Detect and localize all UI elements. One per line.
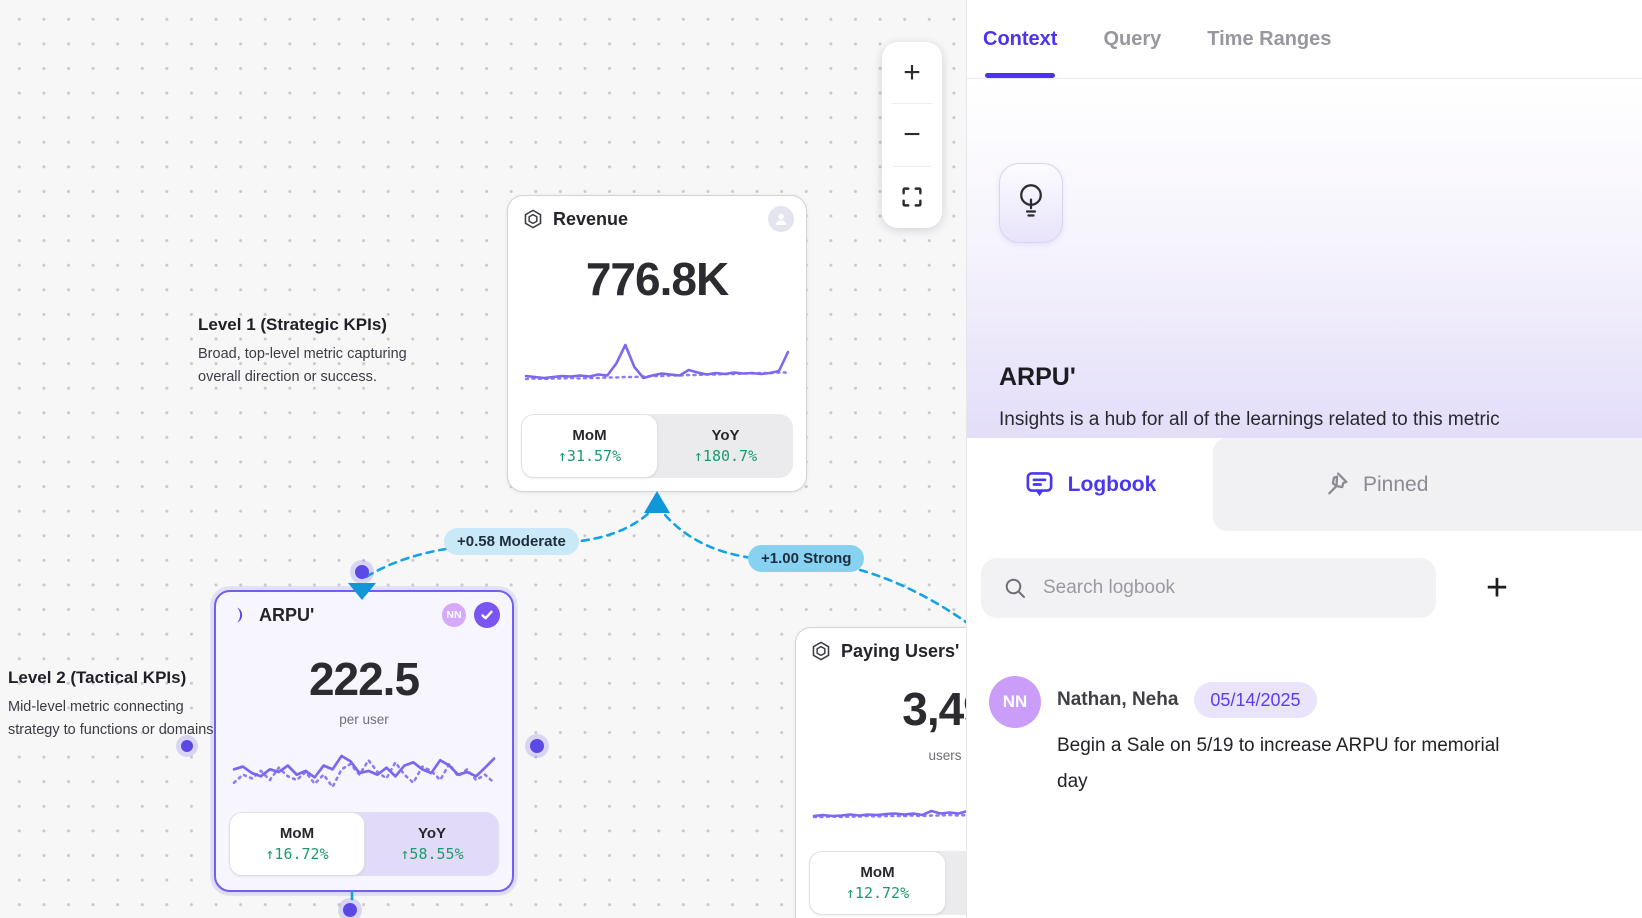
revenue-sparkline	[526, 338, 788, 394]
verified-check-icon[interactable]	[474, 602, 500, 628]
correlation-label-moderate[interactable]: +0.58 Moderate	[444, 528, 579, 555]
metric-tree-canvas[interactable]: Level 1 (Strategic KPIs) Broad, top-leve…	[0, 0, 966, 918]
mom-change[interactable]: MoM ↑31.57%	[521, 414, 658, 478]
level2-body-line: Mid-level metric connecting	[8, 697, 218, 718]
yoy-label: YoY	[711, 427, 739, 444]
level1-annotation: Level 1 (Strategic KPIs) Broad, top-leve…	[198, 315, 407, 388]
level2-annotation: Level 2 (Tactical KPIs) Mid-level metric…	[8, 668, 218, 741]
correlation-label-strong[interactable]: +1.00 Strong	[748, 545, 864, 572]
up-arrow-icon: ↑	[694, 447, 703, 465]
active-tab-underline	[985, 73, 1055, 78]
subtab-label: Pinned	[1363, 473, 1428, 497]
mom-change[interactable]: MoM ↑12.72%	[809, 851, 946, 915]
arpu-card-header: ARPU'	[230, 604, 314, 626]
logbook-pinned-tabs: Logbook Pinned	[967, 438, 1642, 531]
card-title: Revenue	[553, 209, 628, 230]
mom-label: MoM	[280, 825, 314, 842]
mom-value: 31.57%	[567, 447, 621, 465]
tab-pinned[interactable]: Pinned	[1213, 438, 1642, 531]
entry-author: Nathan, Neha	[1057, 689, 1178, 711]
zoom-controls: + −	[882, 42, 942, 228]
logbook-search[interactable]	[981, 558, 1436, 618]
mom-change[interactable]: MoM ↑16.72%	[229, 812, 365, 876]
subtab-label: Logbook	[1068, 473, 1157, 497]
level2-body-line: strategy to functions or domains.	[8, 720, 218, 741]
card-title: ARPU'	[259, 605, 314, 626]
entry-text: Begin a Sale on 5/19 to increase ARPU fo…	[1057, 728, 1502, 800]
mom-value: 12.72%	[855, 884, 909, 902]
mom-label: MoM	[860, 864, 894, 881]
logbook-icon	[1024, 469, 1055, 500]
tab-label: Time Ranges	[1207, 28, 1331, 51]
add-entry-button[interactable]: +	[1471, 562, 1523, 614]
tab-label: Context	[983, 28, 1057, 51]
mom-value: 16.72%	[274, 845, 328, 863]
entry-date-badge: 05/14/2025	[1194, 682, 1316, 718]
yoy-value: 180.7%	[703, 447, 757, 465]
logbook-entry[interactable]: NN Nathan, Neha 05/14/2025 Begin a Sale …	[989, 676, 1502, 800]
search-icon	[1003, 576, 1027, 600]
hexagon-icon	[810, 640, 832, 662]
tab-logbook[interactable]: Logbook	[967, 438, 1213, 531]
zoom-in-button[interactable]: +	[882, 42, 942, 103]
metric-name-heading: ARPU'	[999, 363, 1076, 392]
metric-value: 776.8K	[508, 252, 806, 306]
arrowhead-up-icon	[644, 491, 670, 513]
moon-icon	[230, 604, 250, 626]
level1-title: Level 1 (Strategic KPIs)	[198, 315, 407, 335]
app: Level 1 (Strategic KPIs) Broad, top-leve…	[0, 0, 1642, 918]
level1-body-line: overall direction or success.	[198, 367, 407, 388]
metric-card-arpu[interactable]: ARPU' NN 222.5 per user MoM ↑16.72% YoY	[214, 590, 514, 892]
fit-view-button[interactable]	[882, 167, 942, 228]
owner-avatar-icon[interactable]	[768, 206, 794, 232]
tab-query[interactable]: Query	[1103, 0, 1161, 78]
context-header: ARPU' Insights is a hub for all of the l…	[967, 79, 1642, 438]
card-title: Paying Users'	[841, 641, 959, 662]
yoy-label: YoY	[418, 825, 446, 842]
avatar: NN	[989, 676, 1041, 728]
metric-unit: per user	[216, 712, 512, 727]
connection-handle-right[interactable]	[530, 739, 544, 753]
metric-description: Insights is a hub for all of the learnin…	[999, 403, 1547, 436]
revenue-change-footer: MoM ↑31.57% YoY ↑180.7%	[521, 414, 793, 478]
insights-panel: Context Query Time Ranges ARP	[966, 0, 1642, 918]
arpu-change-footer: MoM ↑16.72% YoY ↑58.55%	[229, 812, 499, 876]
up-arrow-icon: ↑	[846, 884, 855, 902]
metric-card-revenue[interactable]: Revenue 776.8K MoM ↑31.57% YoY ↑180.7%	[507, 195, 807, 492]
connection-handle-top[interactable]	[355, 565, 369, 579]
mom-label: MoM	[572, 427, 606, 444]
metric-value: 222.5	[216, 652, 512, 706]
panel-tab-bar: Context Query Time Ranges	[967, 0, 1642, 79]
tab-context[interactable]: Context	[983, 0, 1057, 78]
connection-handle-bottom[interactable]	[343, 903, 357, 917]
tab-label: Query	[1103, 28, 1161, 51]
hexagon-icon	[522, 208, 544, 230]
up-arrow-icon: ↑	[558, 447, 567, 465]
insight-icon-tile	[999, 163, 1063, 243]
yoy-value: 58.55%	[409, 845, 463, 863]
zoom-out-button[interactable]: −	[882, 104, 942, 165]
connection-handle-left[interactable]	[181, 740, 193, 752]
paying-card-header: Paying Users'	[810, 640, 959, 662]
pin-icon	[1321, 470, 1350, 499]
tab-time-ranges[interactable]: Time Ranges	[1207, 0, 1331, 78]
lightbulb-icon	[1014, 180, 1048, 226]
level2-title: Level 2 (Tactical KPIs)	[8, 668, 218, 688]
yoy-change[interactable]: YoY ↑58.55%	[365, 812, 499, 876]
revenue-card-header: Revenue	[522, 208, 628, 230]
arpu-sparkline	[234, 742, 494, 802]
level1-body-line: Broad, top-level metric capturing	[198, 344, 407, 365]
fullscreen-icon	[899, 184, 925, 210]
yoy-change[interactable]: YoY ↑180.7%	[658, 414, 793, 478]
collaborator-badge[interactable]: NN	[442, 603, 466, 627]
search-input[interactable]	[1043, 577, 1418, 599]
